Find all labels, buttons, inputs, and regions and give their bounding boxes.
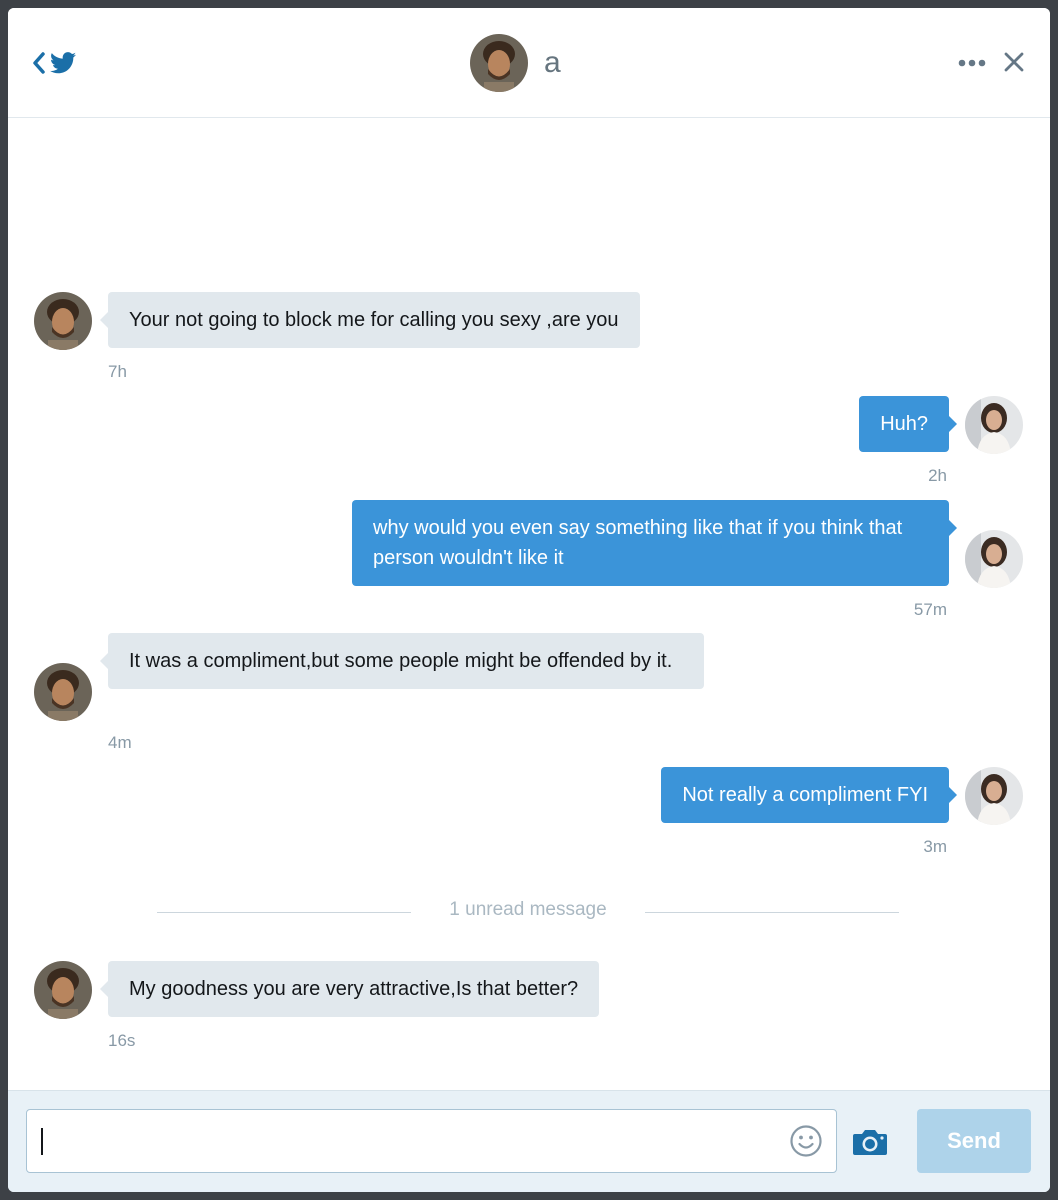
- message-bubble-outgoing[interactable]: Not really a compliment FYI: [661, 767, 957, 823]
- message-bubble-outgoing[interactable]: why would you even say something like th…: [352, 500, 957, 586]
- conversation-title[interactable]: a: [470, 34, 561, 92]
- unread-divider-line-right: [645, 912, 899, 913]
- camera-icon: [853, 1130, 887, 1155]
- message-timestamp: 4m: [108, 733, 132, 752]
- dm-window: a Your not going to block me for calling…: [8, 8, 1050, 1192]
- avatar[interactable]: [470, 34, 528, 92]
- message-timestamp: 3m: [923, 837, 947, 856]
- own-avatar-image: [965, 530, 1023, 588]
- twitter-bird-icon: [50, 52, 76, 74]
- close-icon: [1004, 52, 1024, 72]
- message-list[interactable]: Your not going to block me for calling y…: [8, 119, 1050, 1089]
- close-button[interactable]: [1002, 50, 1026, 74]
- message-bubble-incoming[interactable]: Your not going to block me for calling y…: [100, 292, 640, 348]
- add-photo-button[interactable]: [851, 1127, 889, 1157]
- avatar[interactable]: [965, 530, 1023, 588]
- more-options-button[interactable]: [956, 52, 990, 74]
- conversation-header: a: [8, 8, 1050, 118]
- avatar[interactable]: [34, 292, 92, 350]
- contact-avatar-image: [470, 34, 528, 92]
- message-input[interactable]: [26, 1109, 837, 1173]
- text-caret: [41, 1128, 43, 1155]
- ellipsis-icon: [958, 59, 986, 67]
- sender-avatar-image: [34, 961, 92, 1019]
- unread-divider-line-left: [157, 912, 411, 913]
- send-button[interactable]: Send: [917, 1109, 1031, 1173]
- emoji-button[interactable]: [789, 1124, 823, 1158]
- avatar[interactable]: [34, 663, 92, 721]
- message-timestamp: 7h: [108, 362, 127, 381]
- avatar[interactable]: [34, 961, 92, 1019]
- message-timestamp: 2h: [928, 466, 947, 485]
- message-timestamp: 16s: [108, 1031, 136, 1050]
- avatar[interactable]: [965, 396, 1023, 454]
- unread-divider-label: 1 unread message: [449, 899, 607, 920]
- smiley-icon: [790, 1125, 822, 1157]
- message-composer: Send: [8, 1090, 1050, 1192]
- avatar[interactable]: [965, 767, 1023, 825]
- message-bubble-incoming[interactable]: It was a compliment,but some people migh…: [100, 633, 704, 689]
- message-bubble-incoming[interactable]: My goodness you are very attractive,Is t…: [99, 961, 600, 1017]
- own-avatar-image: [965, 767, 1023, 825]
- sender-avatar-image: [34, 292, 92, 350]
- message-bubble-outgoing[interactable]: Huh?: [859, 396, 957, 452]
- own-avatar-image: [965, 396, 1023, 454]
- sender-avatar-image: [34, 663, 92, 721]
- contact-name: a: [544, 46, 561, 79]
- message-timestamp: 57m: [913, 600, 947, 619]
